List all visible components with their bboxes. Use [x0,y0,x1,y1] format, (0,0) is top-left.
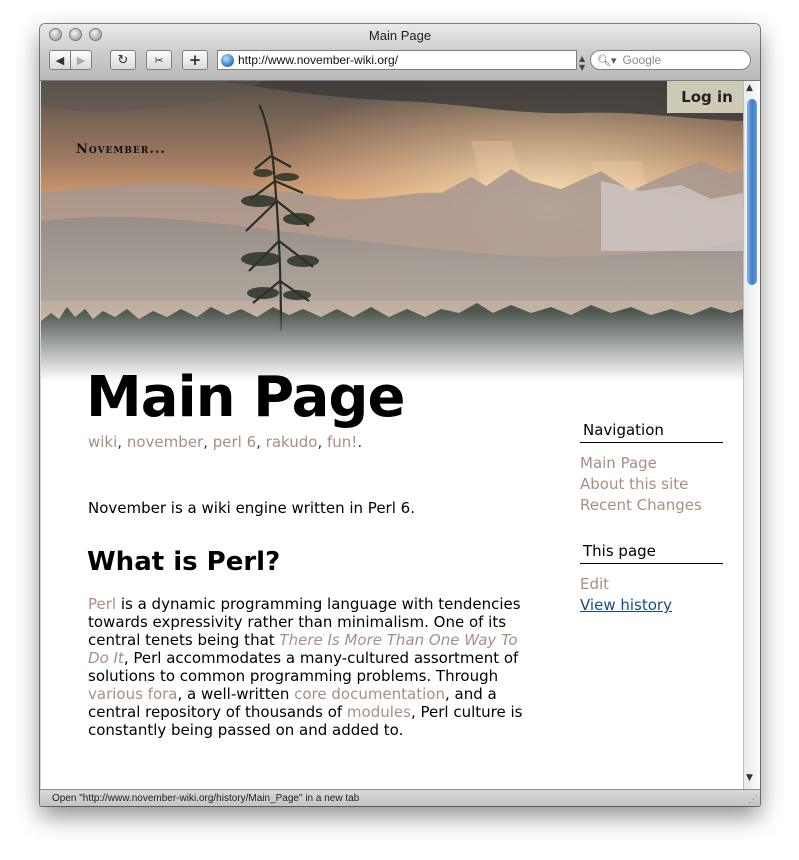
window-title: Main Page [368,28,432,43]
this-page-heading: This page [580,542,723,564]
list-item: Edit [580,574,723,595]
tag-list: wiki, november, perl 6, rakudo, fun!. [88,433,363,451]
sidebar: Navigation Main Page About this site Rec… [580,421,723,616]
site-name[interactable]: November... [76,142,166,157]
tag-link[interactable]: november [127,433,203,451]
tag-link[interactable]: rakudo [266,433,318,451]
paragraph-text: , a well-written [177,685,295,703]
scroll-thumb[interactable] [747,99,757,285]
perl-link[interactable]: Perl [88,595,116,613]
list-item: About this site [580,474,723,495]
modules-link[interactable]: modules [347,703,411,721]
list-item: Main Page [580,453,723,474]
tag-link[interactable]: perl 6 [213,433,256,451]
resize-grip-icon[interactable]: ⋰ [748,794,758,805]
page-viewport: November... Log in Main Page wiki, novem… [41,81,743,789]
forward-button[interactable]: ▶ [70,50,92,70]
scroll-up-icon[interactable]: ▲ [746,83,753,93]
nav-about-link[interactable]: About this site [580,475,688,493]
back-button[interactable]: ◀ [49,50,71,70]
navigation-heading: Navigation [580,421,723,443]
section-heading: What is Perl? [87,547,281,577]
list-item: Recent Changes [580,495,723,516]
nav-recent-changes-link[interactable]: Recent Changes [580,496,702,514]
plus-icon: + [188,51,202,69]
title-bar: Main Page ◀ ▶ ↻ ✂ + http://www.november-… [40,24,760,81]
status-text: Open "http://www.november-wiki.org/histo… [52,792,360,804]
address-bar[interactable]: http://www.november-wiki.org/ [217,50,577,70]
login-button[interactable]: Log in [667,81,743,113]
tag-link[interactable]: wiki [88,433,117,451]
header-banner-image [41,81,743,381]
browser-window: Main Page ◀ ▶ ↻ ✂ + http://www.november-… [40,24,760,806]
navigation-list: Main Page About this site Recent Changes [580,453,723,516]
new-tab-button[interactable]: + [182,50,208,70]
view-history-link[interactable]: View history [580,596,672,614]
page-title: Main Page [86,365,405,430]
vertical-scrollbar[interactable]: ▲ ▼ [743,81,760,789]
globe-icon [221,53,234,67]
reload-icon: ↻ [117,52,129,68]
edit-link[interactable]: Edit [580,575,609,593]
section-paragraph: Perl is a dynamic programming language w… [88,595,543,739]
status-bar: Open "http://www.november-wiki.org/histo… [40,789,760,806]
paragraph-text: , Perl accommodates a many-cultured asso… [88,649,519,685]
list-item: View history [580,595,723,616]
reload-button[interactable]: ↻ [110,50,136,70]
url-text: http://www.november-wiki.org/ [238,53,399,67]
nav-main-page-link[interactable]: Main Page [580,454,657,472]
snipback-icon: ✂ [154,53,164,67]
back-arrow-icon: ◀ [55,53,65,67]
search-placeholder: Google [622,53,662,67]
fora-link[interactable]: various fora [88,685,178,703]
this-page-list: Edit View history [580,574,723,616]
scroll-down-icon[interactable]: ▼ [746,773,753,783]
search-icon: 🔍︎▾ [597,53,617,67]
snipback-button[interactable]: ✂ [146,50,172,70]
search-field[interactable]: 🔍︎▾ Google [590,50,751,70]
address-dropdown-icon[interactable]: ▲ ▼ [579,54,585,72]
forward-arrow-icon: ▶ [76,53,86,67]
tag-link[interactable]: fun! [327,433,357,451]
core-documentation-link[interactable]: core documentation [294,685,445,703]
intro-text: November is a wiki engine written in Per… [88,499,415,517]
